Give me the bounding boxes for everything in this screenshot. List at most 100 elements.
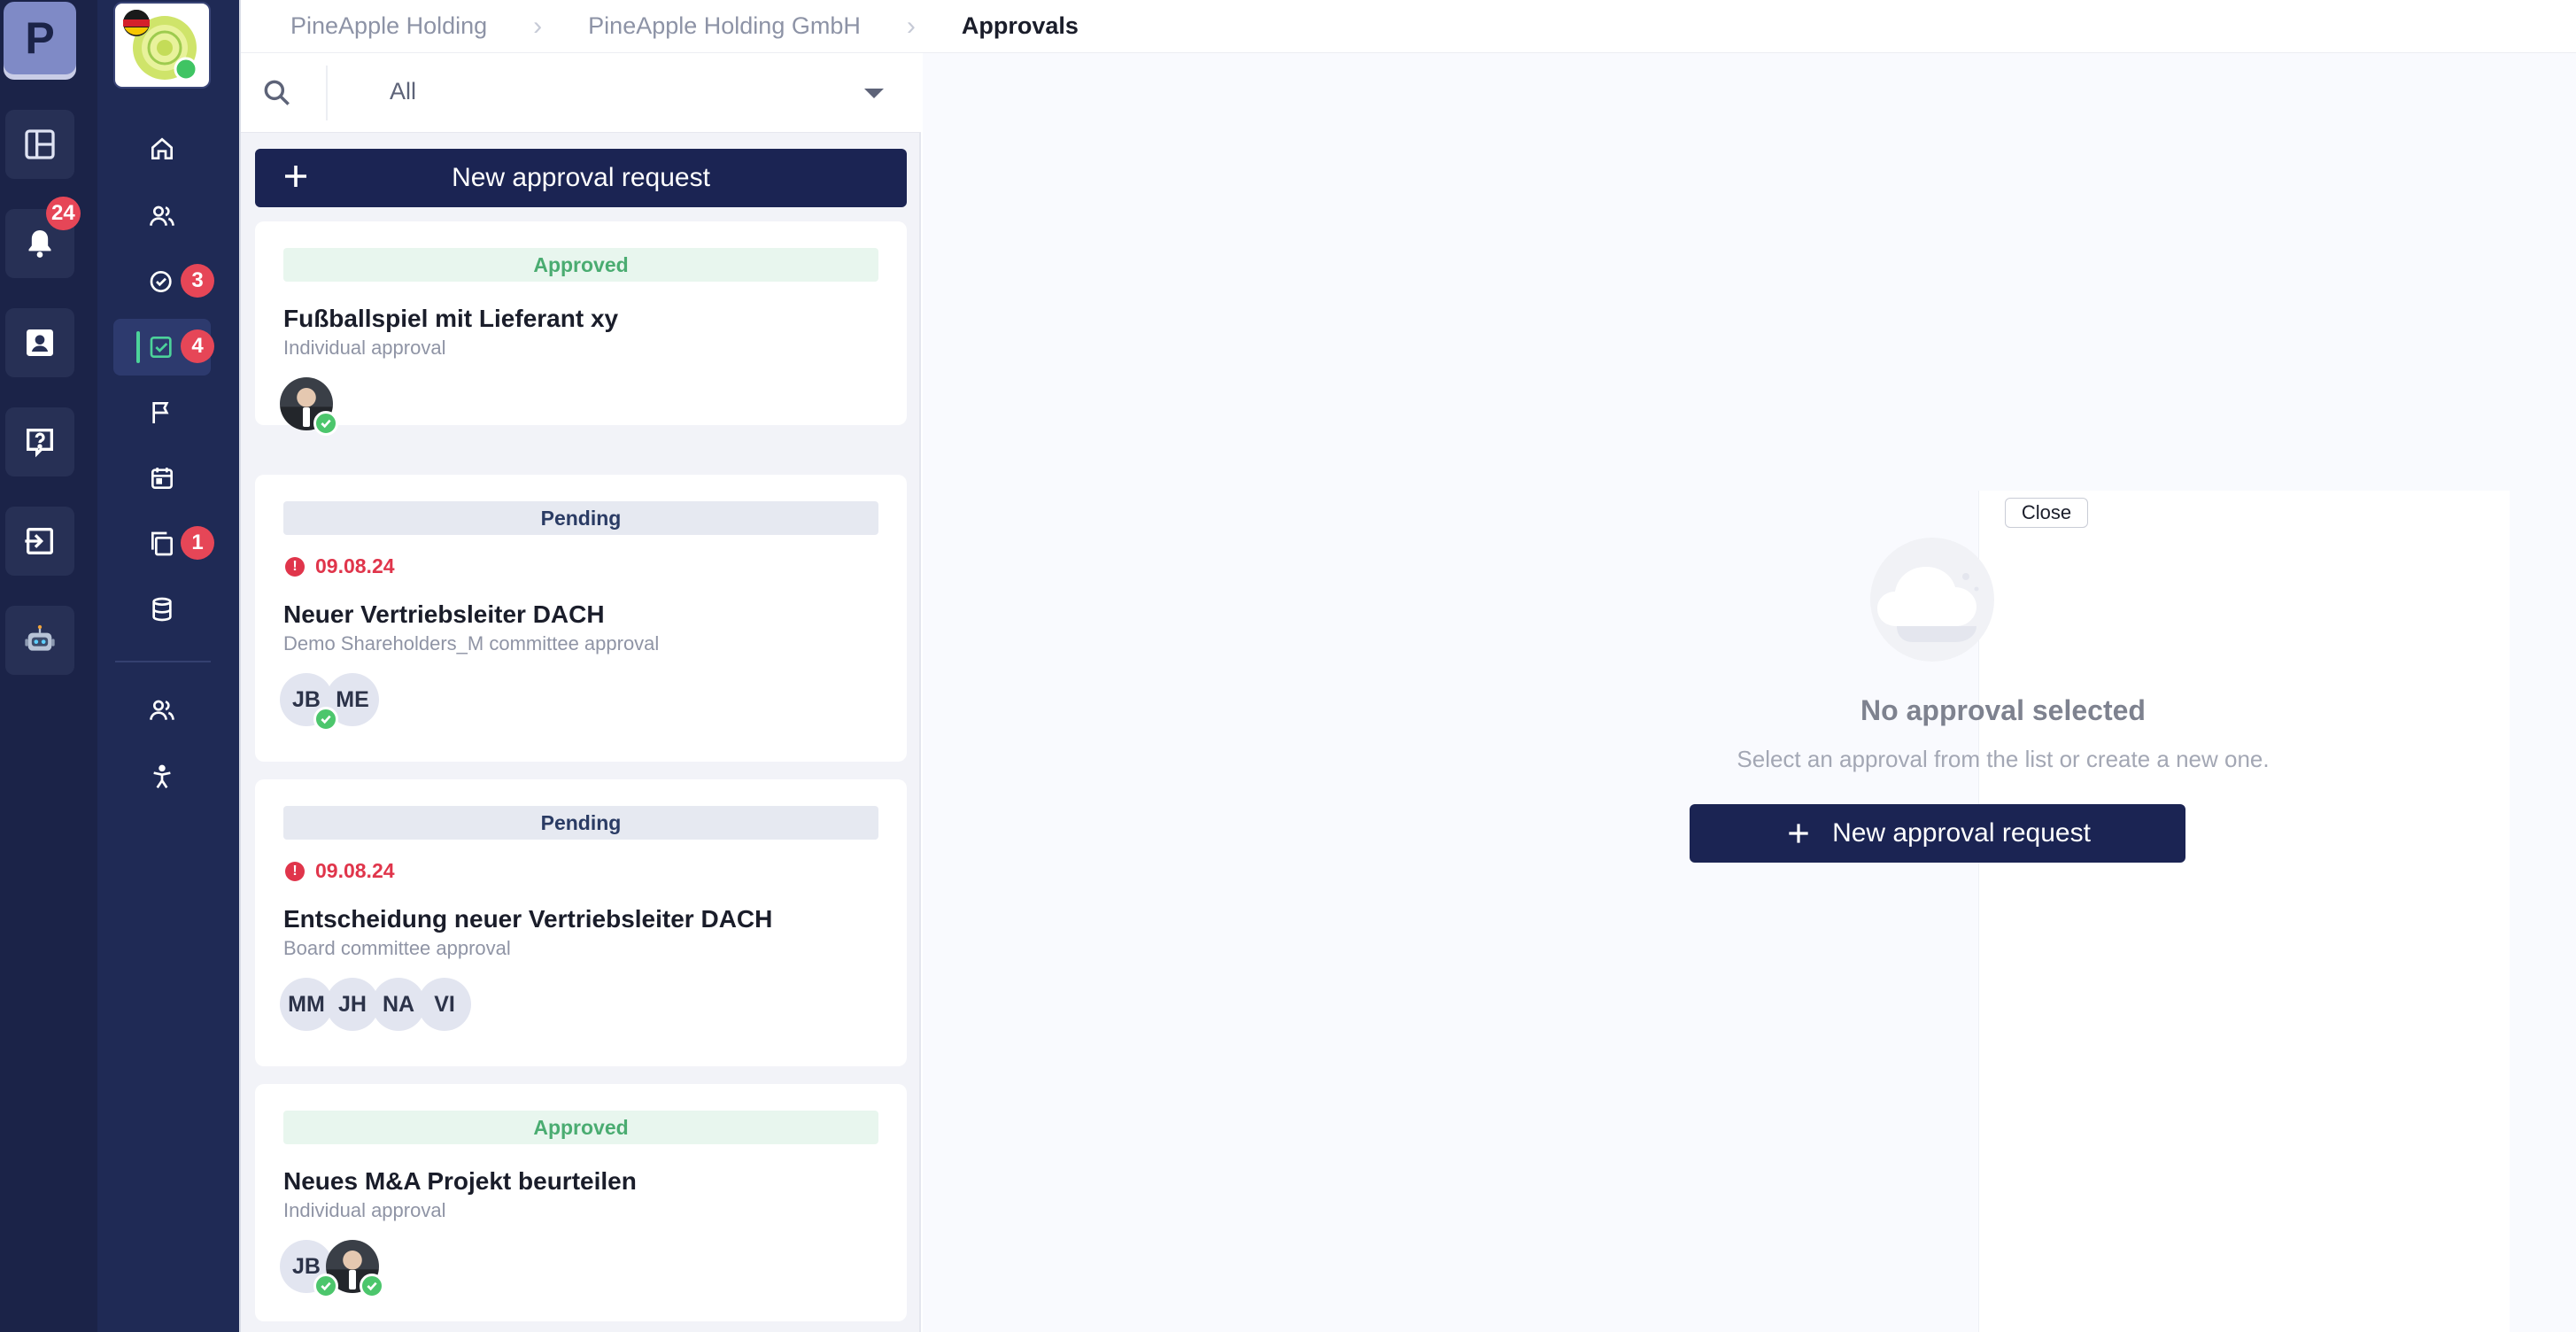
app-rail: P 24 — [0, 0, 97, 1332]
new-approval-button[interactable]: New approval request — [1690, 804, 2185, 863]
approvals-badge: 4 — [181, 329, 214, 363]
breadcrumb-item-gmbh[interactable]: PineApple Holding GmbH — [588, 12, 861, 40]
help-icon — [27, 429, 53, 458]
avatar-initials: JB — [292, 1253, 321, 1279]
layout-button[interactable] — [5, 110, 74, 179]
database-icon — [152, 597, 172, 622]
approval-title: Neuer Vertriebsleiter DACH — [283, 600, 605, 628]
due-date-label: 09.08.24 — [315, 859, 395, 882]
approver-avatars: JB — [280, 1240, 384, 1298]
check-icon — [313, 707, 338, 732]
avatar-initials: NA — [382, 991, 415, 1017]
plus-icon — [285, 166, 306, 187]
new-approval-button[interactable]: New approval request — [255, 149, 907, 207]
status-badge: Pending — [283, 501, 878, 535]
avatar: NA — [372, 978, 425, 1031]
due-date: ! 09.08.24 — [283, 859, 395, 883]
due-date: ! 09.08.24 — [283, 554, 395, 578]
nav-accessibility[interactable] — [113, 749, 211, 806]
approval-title: Entscheidung neuer Vertriebsleiter DACH — [283, 905, 773, 933]
notifications-badge: 24 — [46, 197, 81, 230]
approval-card[interactable]: Approved Fußballspiel mit Lieferant xy I… — [255, 221, 907, 436]
approver-avatars — [280, 377, 338, 436]
breadcrumb: PineApple Holding › PineApple Holding Gm… — [241, 0, 2576, 53]
detail-side-panel — [1978, 491, 2510, 1332]
avatar-initials: JH — [338, 991, 367, 1017]
logout-icon — [25, 528, 53, 554]
nav-home[interactable] — [113, 120, 211, 177]
status-badge: Approved — [283, 1111, 878, 1144]
home-icon — [151, 137, 173, 159]
filter-bar: All — [241, 53, 921, 133]
logout-button[interactable] — [5, 507, 74, 576]
breadcrumb-item-holding[interactable]: PineApple Holding — [290, 12, 487, 40]
due-date-label: 09.08.24 — [315, 554, 395, 577]
module-rail: 3 4 1 — [97, 0, 239, 1332]
nav-people[interactable] — [113, 188, 211, 244]
avatar: JB — [280, 673, 338, 732]
assistant-button[interactable] — [5, 606, 74, 675]
approval-title: Fußballspiel mit Lieferant xy — [283, 305, 619, 332]
nav-calendar[interactable] — [113, 450, 211, 507]
plus-icon — [1789, 824, 1808, 843]
approval-type: Individual approval — [283, 1199, 446, 1221]
approval-card[interactable]: Approved Neues M&A Projekt beurteilen In… — [255, 1084, 907, 1321]
germany-flag-icon — [123, 10, 150, 36]
notifications-button[interactable]: 24 — [5, 197, 81, 278]
people-icon — [150, 205, 174, 226]
help-button[interactable] — [5, 407, 74, 476]
close-button[interactable]: Close — [2005, 498, 2088, 528]
nav-team[interactable] — [113, 682, 211, 739]
company-logo-icon — [123, 10, 198, 81]
layout-icon — [25, 129, 55, 159]
chevron-right-icon: › — [906, 11, 916, 41]
documents-badge: 1 — [181, 526, 214, 560]
avatar-initials: MM — [288, 991, 325, 1017]
new-approval-button-label: New approval request — [1832, 818, 2091, 848]
new-approval-button-label: New approval request — [452, 163, 710, 192]
company-logo[interactable] — [113, 2, 211, 89]
approval-type: Demo Shareholders_M committee approval — [283, 632, 660, 654]
status-badge: Pending — [283, 806, 878, 840]
empty-state-title: No approval selected — [1860, 694, 2146, 726]
approval-type: Individual approval — [283, 337, 446, 359]
avatar — [280, 377, 338, 436]
avatar: JB — [280, 1240, 338, 1298]
brand-logo[interactable]: P — [4, 2, 76, 74]
approval-card[interactable]: Pending ! 09.08.24 Entscheidung neuer Ve… — [255, 779, 907, 1066]
status-filter-select[interactable]: All — [390, 78, 416, 105]
status-badge: Approved — [283, 248, 878, 282]
avatar: VI — [418, 978, 471, 1031]
approval-list-panel: All New approval request Approved Fußbal… — [241, 53, 921, 1332]
approval-type: Board committee approval — [283, 937, 511, 959]
avatar-initials: JB — [292, 686, 321, 712]
alert-icon: ! — [285, 556, 305, 577]
contacts-button[interactable] — [5, 308, 74, 377]
chevron-down-icon[interactable] — [864, 89, 884, 98]
tasks-icon — [150, 271, 172, 292]
team-icon — [150, 700, 174, 720]
contact-card-icon — [27, 329, 53, 356]
nav-tasks[interactable]: 3 — [113, 253, 214, 310]
chevron-right-icon: › — [533, 11, 543, 41]
nav-approvals[interactable]: 4 — [113, 319, 214, 376]
brand-letter: P — [25, 13, 55, 63]
approver-avatars: JB ME — [280, 673, 379, 732]
avatar-initials: VI — [434, 991, 455, 1017]
approval-card[interactable]: Pending ! 09.08.24 Neuer Vertriebsleiter… — [255, 475, 907, 762]
flag-icon — [152, 402, 169, 423]
cloud-icon — [1870, 538, 1994, 662]
nav-database[interactable] — [113, 581, 211, 638]
nav-documents[interactable]: 1 — [113, 515, 214, 572]
accessibility-icon — [153, 764, 171, 789]
nav-flags[interactable] — [113, 384, 211, 441]
search-icon[interactable] — [260, 76, 294, 110]
bell-icon — [28, 230, 51, 258]
avatar: JH — [326, 978, 379, 1031]
documents-icon — [151, 531, 173, 556]
check-icon — [313, 411, 338, 436]
filter-divider — [326, 66, 328, 120]
approval-detail: Close No approval selected Select an app… — [923, 53, 2576, 1332]
alert-icon: ! — [285, 861, 305, 881]
avatar-initials: ME — [336, 686, 369, 712]
